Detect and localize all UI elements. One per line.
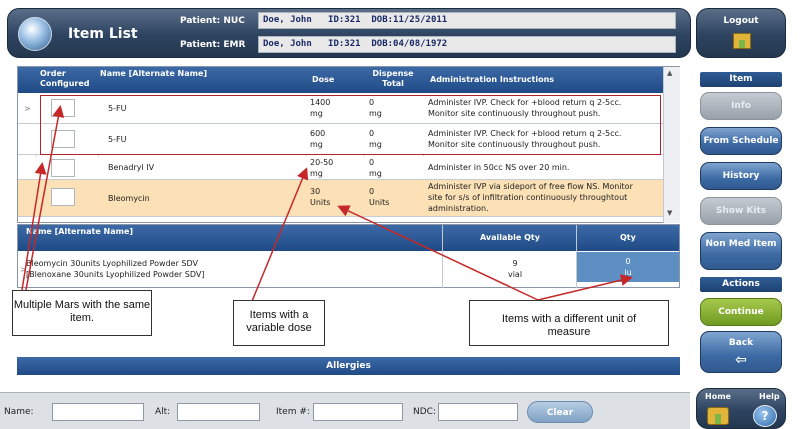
page-title: Item List — [68, 26, 138, 42]
col-admin-instructions[interactable]: Administration Instructions — [430, 75, 554, 85]
patient-emr-label: Patient: EMR — [180, 40, 246, 50]
available-qty: 9 — [512, 259, 518, 268]
callout-variable-dose: Items with a variable dose — [233, 300, 325, 346]
table-row[interactable]: > Bleomycin 30units Lyophilized Powder S… — [18, 252, 679, 288]
qty-value: 0 — [625, 257, 631, 266]
item-number-input[interactable] — [313, 403, 403, 421]
order-grid: Order Configured Name [Alternate Name] D… — [17, 66, 680, 223]
dose-value: 30 — [310, 187, 321, 196]
admin-instructions: Administer IVP via sideport of free flow… — [428, 182, 633, 191]
qty-unit: iu — [624, 268, 632, 277]
col-inv-name[interactable]: Name [Alternate Name] — [26, 227, 146, 237]
patient-nuc-field: Doe, John ID:321 DOB:11/25/2011 — [258, 12, 676, 29]
back-button[interactable]: Back ⇦ — [700, 331, 782, 373]
globe-icon — [18, 17, 52, 51]
scroll-up-icon[interactable]: ▲ — [667, 69, 672, 77]
show-kits-button[interactable]: Show Kits — [700, 197, 782, 225]
col-name[interactable]: Name [Alternate Name] — [100, 69, 220, 79]
info-button[interactable]: Info — [700, 92, 782, 120]
alt-search-input[interactable] — [177, 403, 260, 421]
from-schedule-button[interactable]: From Schedule — [700, 127, 782, 155]
ndc-search-label: NDC: — [413, 407, 436, 417]
continue-button[interactable]: Continue — [700, 298, 782, 326]
home-help-panel: Home Help ? — [696, 388, 786, 429]
inventory-item-name: Bleomycin 30units Lyophilized Powder SDV — [26, 259, 198, 268]
item-name: Bleomycin — [108, 194, 150, 203]
dose-unit: mg — [310, 169, 323, 178]
col-available-qty[interactable]: Available Qty — [480, 233, 540, 243]
item-name: Benadryl IV — [108, 163, 155, 172]
patient-nuc-label: Patient: NUC — [180, 16, 245, 26]
admin-instructions-3: administration. — [428, 204, 489, 213]
inventory-grid: Name [Alternate Name] Available Qty Qty … — [17, 224, 680, 288]
admin-instructions-2: site for s/s of infiltration continuousl… — [428, 193, 628, 202]
logout-button[interactable]: Logout — [696, 8, 786, 58]
arrow-left-icon: ⇦ — [735, 352, 747, 368]
ndc-search-input[interactable] — [438, 403, 518, 421]
dispense-unit: Units — [369, 198, 390, 207]
item-number-label: Item #: — [276, 407, 310, 417]
header-bar: Item List Patient: NUC Doe, John ID:321 … — [7, 8, 691, 58]
logout-label: Logout — [723, 16, 759, 26]
scroll-down-icon[interactable]: ▼ — [667, 209, 672, 217]
name-search-label: Name: — [4, 407, 34, 417]
order-configured-checkbox[interactable] — [51, 188, 75, 206]
search-bar: Name: Alt: Item #: NDC: Clear — [0, 392, 690, 429]
admin-instructions: Administer in 50cc NS over 20 min. — [428, 163, 570, 172]
order-configured-checkbox[interactable] — [51, 159, 75, 177]
col-dispense-total[interactable]: Dispense Total — [368, 69, 418, 89]
dispense-unit: mg — [369, 169, 382, 178]
callout-multiple-mars: Multiple Mars with the same item. — [12, 290, 152, 336]
home-icon[interactable] — [707, 407, 729, 425]
allergies-bar[interactable]: Allergies — [17, 357, 680, 375]
back-label: Back — [728, 338, 754, 348]
actions-section-header: Actions — [700, 277, 782, 292]
clear-button[interactable]: Clear — [527, 401, 593, 423]
dose-value: 20-50 — [310, 158, 334, 167]
callout-unit-measure: Items with a different unit of measure — [469, 300, 669, 346]
table-row[interactable]: Benadryl IV 20-50 mg 0 mg Administer in … — [18, 156, 663, 180]
col-qty[interactable]: Qty — [620, 233, 636, 243]
qty-input[interactable]: 0 iu — [577, 252, 679, 282]
table-row-selected[interactable]: Bleomycin 30 Units 0 Units Administer IV… — [18, 180, 663, 217]
help-label[interactable]: Help — [759, 392, 780, 401]
non-med-item-button[interactable]: Non Med Item — [700, 232, 782, 270]
dispense-value: 0 — [369, 158, 375, 167]
col-order-configured[interactable]: Order Configured — [40, 69, 90, 89]
help-icon[interactable]: ? — [753, 405, 777, 427]
grid-header: Order Configured Name [Alternate Name] D… — [18, 67, 663, 93]
duplicate-mars-highlight — [40, 95, 661, 155]
item-section-header: Item — [700, 72, 782, 87]
history-button[interactable]: History — [700, 162, 782, 190]
grid-scrollbar[interactable]: ▲ ▼ — [663, 67, 680, 223]
inventory-grid-header: Name [Alternate Name] Available Qty Qty — [18, 225, 679, 251]
dose-unit: Units — [310, 198, 331, 207]
col-dose[interactable]: Dose — [312, 75, 334, 85]
home-label[interactable]: Home — [705, 392, 731, 401]
dispense-value: 0 — [369, 187, 375, 196]
alt-search-label: Alt: — [155, 407, 171, 417]
house-icon — [733, 33, 751, 49]
name-search-input[interactable] — [52, 403, 144, 421]
available-unit: vial — [507, 270, 523, 279]
patient-emr-field: Doe, John ID:321 DOB:04/08/1972 — [258, 36, 676, 53]
inventory-item-alt-name: [Blenoxane 30units Lyophilized Powder SD… — [26, 270, 205, 279]
row-selector-icon: > — [24, 104, 31, 113]
